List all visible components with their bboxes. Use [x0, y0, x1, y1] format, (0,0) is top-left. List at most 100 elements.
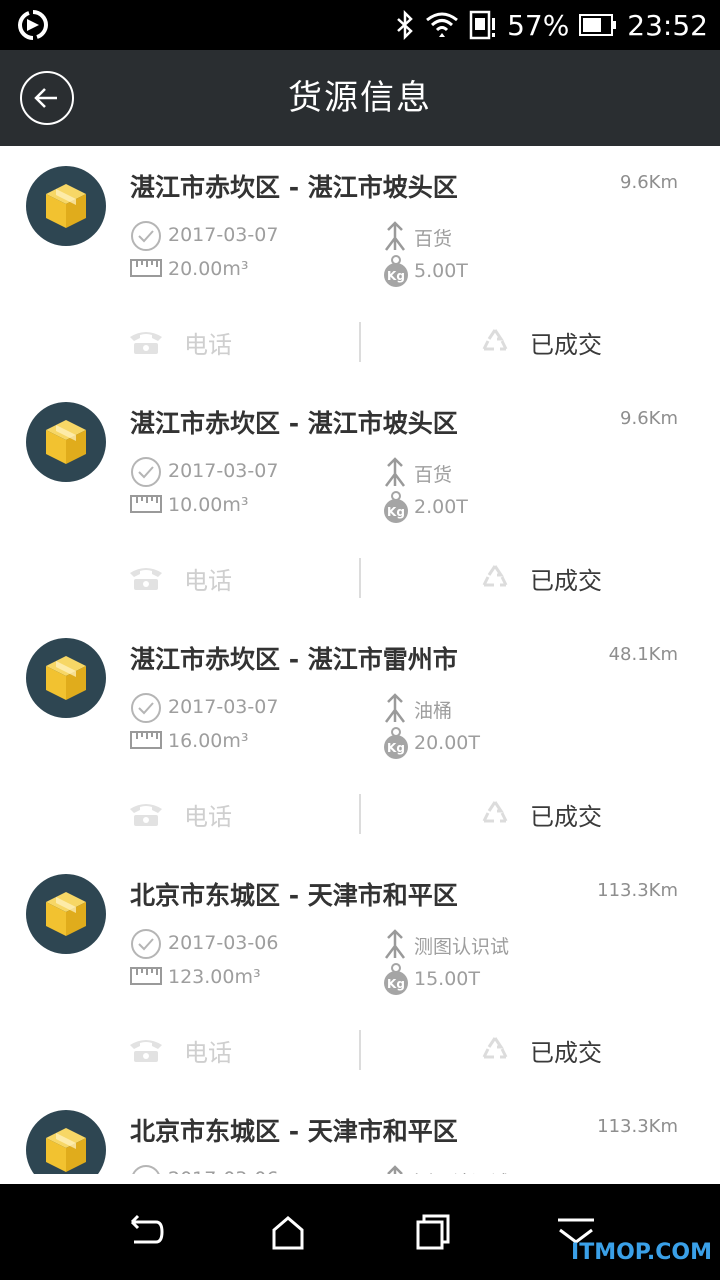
fork-arrow-icon — [385, 457, 405, 487]
cargo-box-icon — [46, 420, 86, 464]
goods-text: 测图认识试 — [414, 936, 510, 958]
cargo-box-icon — [46, 892, 86, 936]
ruler-icon — [130, 495, 162, 513]
status-deal-button[interactable]: 已成交 — [480, 794, 602, 834]
action-divider — [359, 558, 361, 598]
cargo-box-icon — [46, 1128, 86, 1172]
weight-text: 15.00T — [414, 968, 480, 990]
phone-icon — [130, 568, 162, 590]
cargo-avatar — [26, 402, 106, 482]
weight-kg-icon: Kg — [384, 491, 408, 523]
card-actions: 电话 已成交 — [0, 322, 720, 362]
goods-text: 百货 — [414, 228, 453, 250]
weight-kg-icon: Kg — [384, 963, 408, 995]
status-bar: 57% 23:52 — [0, 0, 720, 50]
battery-percent: 57% — [507, 8, 570, 42]
goods-text: 油桶 — [414, 700, 453, 722]
distance-text: 9.6Km — [620, 172, 678, 193]
distance-text: 113.3Km — [597, 880, 678, 901]
card-actions: 电话 已成交 — [0, 794, 720, 834]
clock: 23:52 — [627, 8, 708, 42]
fork-arrow-icon — [385, 693, 405, 723]
cargo-box-icon — [46, 184, 86, 228]
cargo-card[interactable]: 湛江市赤坎区 - 湛江市坡头区 9.6Km 2017-03-07 百货 10.0… — [0, 382, 720, 618]
check-circle-icon — [131, 693, 161, 723]
recents-nav-icon[interactable] — [410, 1212, 454, 1252]
sim-alert-icon — [469, 10, 496, 40]
action-divider — [359, 794, 361, 834]
cargo-card[interactable]: 湛江市赤坎区 - 湛江市雷州市 48.1Km 2017-03-07 油桶 16.… — [0, 618, 720, 854]
ruler-icon — [130, 967, 162, 985]
sync-icon — [18, 10, 48, 40]
phone-label: 电话 — [184, 802, 232, 831]
recycle-icon — [482, 801, 508, 823]
kg-label: Kg — [387, 269, 405, 283]
kg-label: Kg — [387, 505, 405, 519]
status-deal-button[interactable]: 已成交 — [480, 1030, 602, 1070]
phone-label: 电话 — [184, 566, 232, 595]
route-text: 北京市东城区 - 天津市和平区 — [130, 881, 458, 910]
volume-text: 10.00m³ — [168, 494, 249, 516]
phone-button[interactable]: 电话 — [128, 794, 232, 834]
phone-button[interactable]: 电话 — [128, 1030, 232, 1070]
system-nav-bar — [0, 1184, 720, 1280]
phone-button[interactable]: 电话 — [128, 322, 232, 362]
distance-text: 48.1Km — [608, 644, 678, 665]
phone-button[interactable]: 电话 — [128, 558, 232, 598]
date-text: 2017-03-07 — [168, 460, 279, 482]
volume-text: 16.00m³ — [168, 730, 249, 752]
status-label: 已成交 — [530, 1038, 602, 1067]
weight-kg-icon: Kg — [384, 727, 408, 759]
cargo-avatar — [26, 166, 106, 246]
action-divider — [359, 1030, 361, 1070]
app-bar: 货源信息 — [0, 50, 720, 146]
cargo-card[interactable]: 湛江市赤坎区 - 湛江市坡头区 9.6Km 2017-03-07 百货 20.0… — [0, 146, 720, 382]
back-nav-icon[interactable] — [122, 1212, 166, 1252]
home-nav-icon[interactable] — [266, 1212, 310, 1252]
cargo-avatar — [26, 1110, 106, 1174]
phone-icon — [130, 1040, 162, 1062]
cargo-card[interactable]: 北京市东城区 - 天津市和平区 113.3Km 2017-03-06 测图认识试… — [0, 854, 720, 1090]
distance-text: 9.6Km — [620, 408, 678, 429]
volume-text: 20.00m³ — [168, 258, 249, 280]
fork-arrow-icon — [387, 1165, 403, 1174]
check-circle-icon — [131, 929, 161, 959]
weight-text: 2.00T — [414, 496, 468, 518]
cargo-box-icon — [46, 656, 86, 700]
date-text: 2017-03-07 — [168, 224, 279, 246]
phone-icon — [130, 804, 162, 826]
ruler-icon — [130, 731, 162, 749]
ruler-icon — [130, 259, 162, 277]
weight-text: 5.00T — [414, 260, 468, 282]
date-text: 2017-03-06 — [168, 1168, 278, 1174]
cargo-avatar — [26, 638, 106, 718]
bluetooth-icon — [397, 10, 413, 40]
kg-label: Kg — [387, 741, 405, 755]
volume-text: 123.00m³ — [168, 966, 261, 988]
goods-text: 百货 — [414, 464, 453, 486]
status-label: 已成交 — [530, 802, 602, 831]
wifi-icon — [426, 12, 458, 37]
check-circle-icon — [131, 221, 161, 251]
phone-label: 电话 — [184, 1038, 232, 1067]
phone-label: 电话 — [184, 330, 232, 359]
kg-label: Kg — [387, 977, 405, 991]
status-deal-button[interactable]: 已成交 — [480, 558, 602, 598]
status-deal-button[interactable]: 已成交 — [480, 322, 602, 362]
action-divider — [359, 322, 361, 362]
status-label: 已成交 — [530, 566, 602, 595]
cargo-card[interactable]: 北京市东城区 - 天津市和平区 113.3Km 2017-03-06 测图认识试 — [0, 1090, 720, 1174]
phone-icon — [130, 332, 162, 354]
goods-text: 测图认识试 — [414, 1168, 509, 1174]
check-circle-icon — [131, 457, 161, 487]
weight-kg-icon: Kg — [384, 255, 408, 287]
recycle-icon — [482, 1037, 508, 1059]
route-text: 北京市东城区 - 天津市和平区 — [130, 1117, 458, 1146]
route-text: 湛江市赤坎区 - 湛江市坡头区 — [130, 409, 458, 438]
page-title: 货源信息 — [288, 78, 432, 118]
recycle-icon — [482, 329, 508, 351]
route-text: 湛江市赤坎区 - 湛江市雷州市 — [130, 645, 458, 674]
distance-text: 113.3Km — [597, 1116, 678, 1137]
battery-icon — [579, 14, 617, 36]
cargo-list[interactable]: 湛江市赤坎区 - 湛江市坡头区 9.6Km 2017-03-07 百货 20.0… — [0, 146, 720, 1174]
